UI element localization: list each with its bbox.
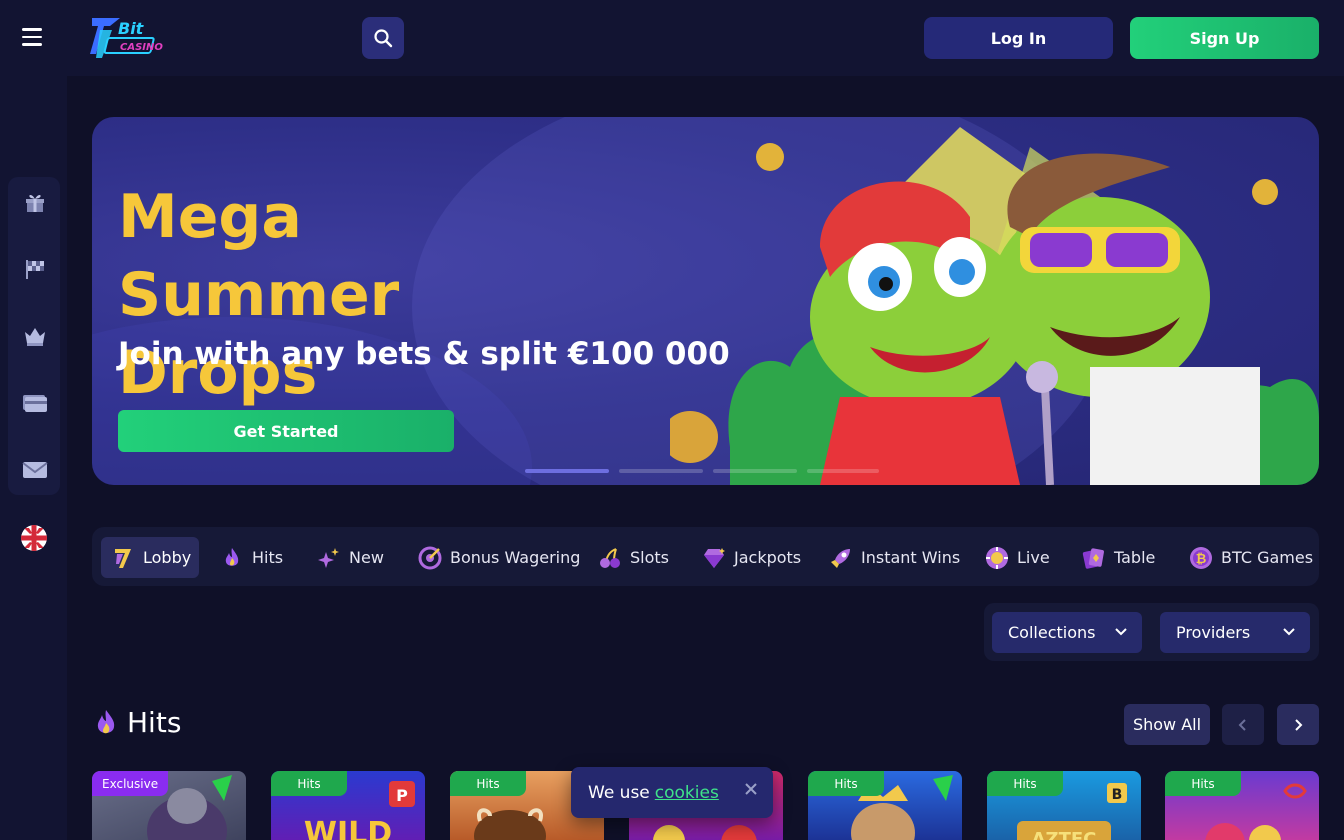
- casino-chip-icon: [986, 546, 1008, 569]
- gift-icon[interactable]: [22, 189, 48, 215]
- game-card[interactable]: Hits: [1165, 771, 1319, 840]
- chevron-down-icon: [1283, 628, 1295, 636]
- game-card[interactable]: Exclusive: [92, 771, 246, 840]
- sparkles-icon: [318, 547, 339, 568]
- cherries-icon: [600, 547, 620, 568]
- tab-slots[interactable]: Slots: [598, 537, 669, 578]
- carousel-dot[interactable]: [807, 469, 879, 473]
- left-rail: [0, 76, 67, 840]
- carousel-dot[interactable]: [619, 469, 703, 473]
- tab-instant-wins[interactable]: Instant Wins: [829, 537, 960, 578]
- banner-title: Mega Summer Drops: [118, 182, 400, 408]
- login-button[interactable]: Log In: [924, 17, 1113, 59]
- cookie-text: We use: [588, 782, 650, 803]
- tab-label: BTC Games: [1221, 548, 1314, 567]
- collections-label: Collections: [1008, 623, 1096, 642]
- chevron-right-icon: [1295, 718, 1303, 731]
- badge-hits: Hits: [987, 771, 1063, 796]
- carousel-dot[interactable]: [525, 469, 609, 473]
- game-card[interactable]: WILD P Hits: [271, 771, 425, 840]
- svg-text:CASINO: CASINO: [120, 42, 163, 53]
- badge-hits: Hits: [808, 771, 884, 796]
- tab-hits[interactable]: Hits: [220, 537, 283, 578]
- close-icon[interactable]: [743, 781, 759, 797]
- collections-dropdown[interactable]: Collections: [992, 612, 1142, 653]
- frogs-illustration: [670, 127, 1319, 485]
- badge-hits: Hits: [1165, 771, 1241, 796]
- tab-label: Slots: [630, 548, 669, 567]
- flame-icon: [97, 709, 115, 733]
- envelope-icon[interactable]: [22, 457, 48, 483]
- tab-label: Lobby: [143, 548, 192, 567]
- casino-logo[interactable]: Bit CASINO: [90, 14, 166, 60]
- svg-text:Bit: Bit: [118, 19, 145, 38]
- rocket-icon: [831, 548, 850, 568]
- tab-table[interactable]: Table: [1082, 537, 1155, 578]
- game-card[interactable]: AZTEC B Hits: [987, 771, 1141, 840]
- cards-icon: [1082, 547, 1104, 569]
- rail-menu: [8, 177, 60, 495]
- bitcoin-icon: ₿: [1190, 546, 1212, 569]
- tab-label: Table: [1114, 548, 1156, 567]
- hits-section-title: Hits: [95, 706, 181, 739]
- tab-label: New: [349, 548, 384, 567]
- search-icon: [374, 29, 393, 48]
- game-card[interactable]: Hits: [808, 771, 962, 840]
- section-title-text: Hits: [127, 706, 182, 739]
- chevron-left-icon: [1238, 718, 1246, 731]
- cookies-link[interactable]: cookies: [655, 783, 719, 803]
- get-started-button[interactable]: Get Started: [118, 410, 454, 452]
- uk-flag-icon[interactable]: [21, 525, 47, 551]
- chevron-down-icon: [1115, 628, 1127, 636]
- tab-label: Instant Wins: [861, 548, 961, 567]
- carousel-dots: [525, 469, 879, 473]
- badge-hits: Hits: [271, 771, 347, 796]
- diamond-icon: [704, 547, 725, 568]
- tab-label: Live: [1017, 548, 1050, 567]
- checkered-flag-icon[interactable]: [22, 256, 48, 282]
- tab-label: Hits: [252, 548, 284, 567]
- show-all-button[interactable]: Show All: [1124, 704, 1210, 745]
- credit-card-icon[interactable]: [22, 390, 48, 416]
- target-icon: [418, 546, 442, 569]
- cookie-notice: We use cookies: [571, 767, 773, 818]
- tab-label: Bonus Wagering: [450, 548, 581, 567]
- svg-text:WILD: WILD: [304, 816, 392, 840]
- tab-label: Jackpots: [734, 548, 802, 567]
- signup-button[interactable]: Sign Up: [1130, 17, 1319, 59]
- badge-hits: Hits: [450, 771, 526, 796]
- providers-dropdown[interactable]: Providers: [1160, 612, 1310, 653]
- banner-subtitle: Join with any bets & split €100 000: [118, 336, 730, 372]
- tab-new[interactable]: New: [317, 537, 384, 578]
- tab-live[interactable]: Live: [985, 537, 1050, 578]
- tab-btc-games[interactable]: ₿ BTC Games: [1189, 537, 1313, 578]
- tab-bonus-wagering[interactable]: Bonus Wagering: [418, 537, 580, 578]
- seven-icon: [115, 548, 131, 568]
- top-header: Bit CASINO Log In Sign Up: [0, 0, 1344, 76]
- crown-icon[interactable]: [22, 323, 48, 349]
- svg-text:B: B: [1112, 787, 1123, 803]
- svg-text:AZTEC: AZTEC: [1032, 829, 1097, 840]
- badge-exclusive: Exclusive: [92, 771, 169, 796]
- tab-lobby[interactable]: Lobby: [101, 537, 200, 578]
- providers-label: Providers: [1176, 623, 1251, 642]
- next-button[interactable]: [1277, 704, 1319, 745]
- tab-jackpots[interactable]: Jackpots: [702, 537, 801, 578]
- svg-text:₿: ₿: [1196, 552, 1207, 567]
- menu-icon[interactable]: [22, 28, 46, 48]
- category-nav: Lobby Hits New Bonus Wagering Slots Jack…: [92, 527, 1319, 586]
- filter-bar: Collections Providers: [984, 603, 1319, 661]
- previous-button[interactable]: [1222, 704, 1264, 745]
- flame-icon: [225, 547, 239, 566]
- carousel-dot[interactable]: [713, 469, 797, 473]
- search-button[interactable]: [362, 17, 404, 59]
- svg-text:P: P: [396, 786, 408, 805]
